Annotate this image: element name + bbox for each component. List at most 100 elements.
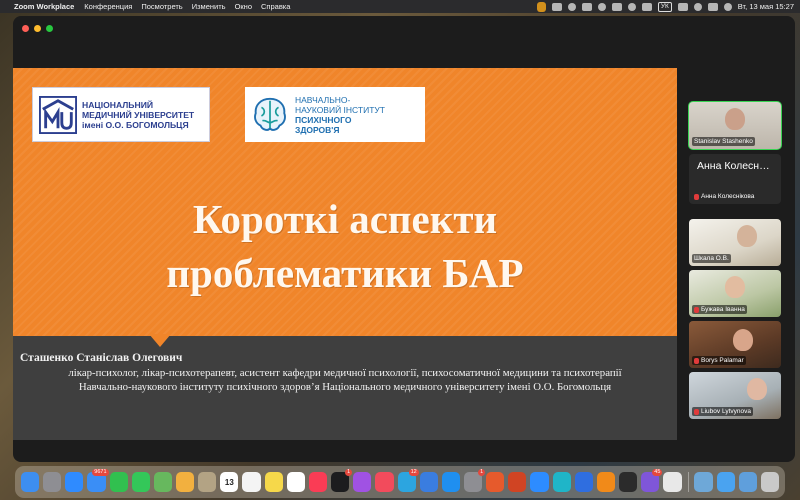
chrome-icon[interactable]	[663, 472, 682, 492]
participant-name: Бужава Іванна	[701, 306, 745, 313]
app-name[interactable]: Zoom Workplace	[14, 2, 74, 11]
participant-face	[725, 108, 745, 130]
participant-name: Liubov Lytvynova	[701, 408, 751, 415]
zoom-icon[interactable]	[530, 472, 549, 492]
cloud-status-icon[interactable]	[581, 2, 592, 11]
participant-face	[737, 225, 757, 247]
menu-help[interactable]: Справка	[261, 2, 290, 11]
menu-view[interactable]: Посмотреть	[141, 2, 182, 11]
institute-logo-line: НАУКОВИЙ ІНСТИТУТ	[295, 104, 385, 115]
play-icon[interactable]	[627, 2, 636, 11]
participant-tile-speaker[interactable]: Stanislav Stashenko	[688, 101, 782, 150]
participant-tile[interactable]: Liubov Lytvynova	[689, 372, 781, 419]
participant-face	[725, 276, 745, 298]
participant-tile[interactable]: Бужава Іванна	[689, 270, 781, 317]
notification-badge: 45	[652, 469, 663, 476]
finder-icon[interactable]	[20, 472, 40, 492]
photos-icon[interactable]	[175, 472, 195, 492]
telegram-icon[interactable]: 12	[397, 469, 419, 492]
muted-mic-icon	[694, 193, 699, 200]
calendar-date: 13	[224, 477, 234, 487]
display-icon[interactable]	[611, 2, 622, 11]
close-window-button[interactable]	[22, 25, 29, 32]
settings-status-icon[interactable]	[597, 2, 606, 11]
spotlight-icon[interactable]	[693, 2, 702, 11]
participant-name-label: Анна Колеснікова	[692, 192, 756, 201]
news-icon[interactable]	[375, 472, 394, 492]
zoom-status-icon[interactable]	[551, 2, 562, 11]
podcasts-icon[interactable]	[353, 472, 372, 492]
window-controls	[22, 25, 53, 32]
freeform-icon[interactable]	[286, 472, 305, 492]
folder-icon[interactable]	[716, 472, 735, 492]
menu-window[interactable]: Окно	[235, 2, 252, 11]
cloud-icon[interactable]	[574, 472, 593, 492]
settings-icon[interactable]: 1	[464, 469, 486, 492]
nmu-logo-line: МЕДИЧНИЙ УНІВЕРСИТЕТ	[82, 109, 195, 120]
institute-logo-line: ПСИХІЧНОГО	[295, 114, 352, 125]
wifi-icon[interactable]	[677, 2, 688, 11]
nmu-logo-line: імені О.О. БОГОМОЛЬЦЯ	[82, 119, 189, 130]
brain-icon	[254, 97, 286, 131]
trash-icon[interactable]	[760, 472, 780, 492]
slide-title-line: проблематики БАР	[166, 250, 524, 296]
vlc-icon[interactable]	[596, 472, 616, 492]
powerpoint-icon[interactable]	[508, 472, 527, 492]
notification-badge: 1	[478, 469, 486, 476]
participant-name: Stanislav Stashenko	[694, 138, 753, 145]
siri-icon[interactable]	[723, 2, 732, 11]
nmu-logo-line: НАЦІОНАЛЬНИЙ	[82, 99, 154, 110]
maximize-window-button[interactable]	[46, 25, 53, 32]
battery-icon[interactable]	[641, 2, 652, 11]
participant-tile-name-only[interactable]: Анна Колесн… Анна Колеснікова	[689, 154, 781, 204]
minimize-window-button[interactable]	[34, 25, 41, 32]
maps-icon[interactable]	[153, 472, 172, 492]
slide-title-line: Короткі аспекти	[192, 196, 498, 242]
participant-face	[733, 329, 753, 351]
participant-name-label: Бужава Іванна	[692, 305, 747, 314]
dock-separator	[687, 472, 689, 492]
nmu-emblem-icon	[39, 95, 77, 134]
muted-mic-icon	[694, 357, 699, 364]
mail-icon[interactable]: 9671	[87, 469, 109, 492]
participant-face	[747, 378, 767, 400]
launchpad-icon[interactable]	[43, 472, 62, 492]
viber-icon[interactable]: 45	[641, 469, 663, 492]
files-icon[interactable]	[419, 472, 438, 492]
record-icon[interactable]	[567, 2, 576, 11]
notification-badge: 9671	[92, 469, 109, 476]
keyboard-layout[interactable]: УК	[657, 1, 672, 12]
notes-icon[interactable]	[264, 472, 283, 492]
muted-mic-icon	[694, 408, 699, 415]
menu-edit[interactable]: Изменить	[192, 2, 226, 11]
muted-mic-icon	[694, 306, 699, 313]
music-icon[interactable]	[308, 472, 328, 492]
preview-icon[interactable]	[694, 472, 713, 492]
microphone-icon[interactable]	[536, 1, 546, 12]
facetime-icon[interactable]	[109, 472, 128, 492]
canva-icon[interactable]	[552, 472, 571, 492]
calendar-icon[interactable]: 13	[220, 472, 239, 492]
safari-icon[interactable]	[65, 472, 84, 492]
participant-tile[interactable]: Шкала О.В.	[689, 219, 781, 266]
clock[interactable]: Вт, 13 мая 15:27	[738, 2, 794, 11]
participant-name: Borys Palamar	[701, 357, 744, 364]
contacts-icon[interactable]	[198, 472, 217, 492]
nmu-logo: НАЦІОНАЛЬНИЙ МЕДИЧНИЙ УНІВЕРСИТЕТ імені …	[32, 87, 210, 142]
reminders-icon[interactable]	[242, 472, 261, 492]
control-center-icon[interactable]	[707, 2, 718, 11]
terminal-icon[interactable]	[619, 472, 638, 492]
office-icon[interactable]	[486, 472, 505, 492]
participant-tile[interactable]: Borys Palamar	[689, 321, 781, 368]
tv-icon[interactable]: 1	[331, 469, 353, 492]
presenter-description-line: лікар-психолог, лікар-психотерапевт, аси…	[68, 367, 622, 379]
menu-conference[interactable]: Конференция	[84, 2, 132, 11]
messages-icon[interactable]	[131, 472, 150, 492]
institute-logo: НАВЧАЛЬНО- НАУКОВИЙ ІНСТИТУТ ПСИХІЧНОГО …	[245, 87, 425, 142]
appstore-icon[interactable]	[441, 472, 461, 492]
participant-name: Шкала О.В.	[694, 255, 729, 262]
institute-logo-text: НАВЧАЛЬНО- НАУКОВИЙ ІНСТИТУТ ПСИХІЧНОГО …	[295, 95, 385, 135]
downloads-icon[interactable]	[738, 472, 757, 492]
dock: 9671 13 1 12 1 45	[15, 466, 785, 498]
participant-name-label: Borys Palamar	[692, 356, 746, 365]
